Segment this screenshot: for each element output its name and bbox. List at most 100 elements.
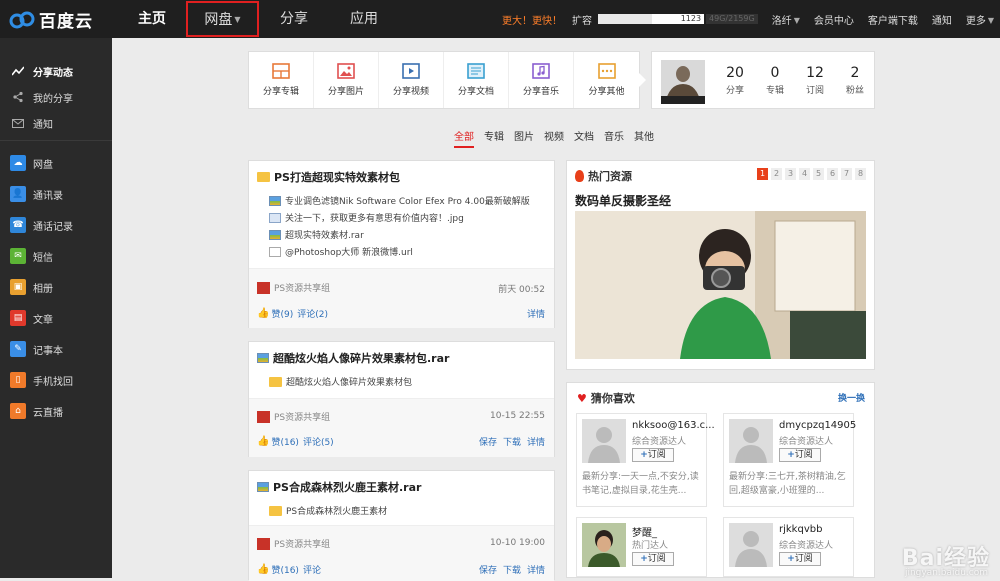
avatar[interactable] xyxy=(661,60,705,104)
tab-album[interactable]: 专辑 xyxy=(484,128,504,148)
refresh-button[interactable]: 换一换 xyxy=(838,391,865,404)
share-document-button[interactable]: 分享文档 xyxy=(444,52,509,108)
feed-card-title[interactable]: PS打造超现实特效素材包 xyxy=(257,169,400,185)
file-row[interactable]: 关注一下，获取更多有意思有价值内容！.jpg xyxy=(269,211,464,224)
like-button[interactable]: 赞(9) xyxy=(271,307,293,320)
promo-text[interactable]: 更大！更快！ xyxy=(502,12,562,27)
notify-link[interactable]: 通知 xyxy=(932,12,952,27)
tab-other[interactable]: 其他 xyxy=(634,128,654,148)
share-music-button[interactable]: 分享音乐 xyxy=(509,52,574,108)
file-row[interactable]: 专业调色滤镜Nik Software Color Efex Pro 4.00最新… xyxy=(269,194,530,207)
group-link[interactable]: PS资源共享组 xyxy=(257,281,330,294)
page-button[interactable]: 8 xyxy=(855,168,866,180)
detail-button[interactable]: 详情 xyxy=(527,435,545,448)
baidu-cloud-logo[interactable]: 百度云 xyxy=(8,7,93,32)
page-button[interactable]: 1 xyxy=(757,168,768,180)
nav-apps[interactable]: 应用 xyxy=(329,0,399,38)
group-link[interactable]: PS资源共享组 xyxy=(257,410,330,423)
file-row[interactable]: 超酷炫火焰人像碎片效果素材包 xyxy=(269,375,412,388)
page-button[interactable]: 6 xyxy=(827,168,838,180)
comment-button[interactable]: 评论(5) xyxy=(303,435,334,448)
comment-button[interactable]: 评论(2) xyxy=(297,307,328,320)
file-row[interactable]: 超现实特效素材.rar xyxy=(269,228,364,241)
user-name[interactable]: nkksoo@163.c... xyxy=(632,420,715,431)
client-download-link[interactable]: 客户端下载 xyxy=(868,12,918,27)
user-name[interactable]: dmycpzq14905 xyxy=(779,420,856,431)
sidebar-item-photos[interactable]: ▣ 相册 xyxy=(0,274,112,300)
stat-shares[interactable]: 20 分享 xyxy=(717,65,753,96)
sidebar-item-contacts[interactable]: 👤 通讯录 xyxy=(0,181,112,207)
sidebar-item-sms[interactable]: ✉ 短信 xyxy=(0,243,112,269)
child-camera-photo xyxy=(575,211,866,359)
hot-resource-image[interactable] xyxy=(575,211,866,359)
feed-card: PS打造超现实特效素材包 专业调色滤镜Nik Software Color Ef… xyxy=(248,160,555,328)
page-button[interactable]: 5 xyxy=(813,168,824,180)
user-menu[interactable]: 洛纤 ▼ xyxy=(772,12,800,27)
avatar[interactable] xyxy=(582,523,626,567)
share-video-button[interactable]: 分享视频 xyxy=(379,52,444,108)
call-log-icon: ☎ xyxy=(10,217,26,233)
avatar[interactable] xyxy=(729,523,773,567)
avatar[interactable] xyxy=(729,419,773,463)
detail-button[interactable]: 详情 xyxy=(527,563,545,576)
subscribe-button[interactable]: +订阅 xyxy=(779,448,821,462)
stat-subscriptions[interactable]: 12 订阅 xyxy=(797,65,833,96)
subscribe-button[interactable]: +订阅 xyxy=(632,448,674,462)
nav-home[interactable]: 主页 xyxy=(118,0,186,38)
file-row[interactable]: @Photoshop大师 新浪微博.url xyxy=(269,245,413,258)
sidebar-item-my-share[interactable]: 我的分享 xyxy=(0,84,112,110)
feed-card-title[interactable]: PS合成森林烈火鹿王素材.rar xyxy=(257,479,421,495)
sidebar-item-articles[interactable]: ▤ 文章 xyxy=(0,305,112,331)
save-button[interactable]: 保存 xyxy=(479,435,497,448)
tab-image[interactable]: 图片 xyxy=(514,128,534,148)
stat-fans[interactable]: 2 粉丝 xyxy=(837,65,873,96)
page-button[interactable]: 2 xyxy=(771,168,782,180)
feed-card-title[interactable]: 超酷炫火焰人像碎片效果素材包.rar xyxy=(257,350,449,366)
share-album-button[interactable]: 分享专辑 xyxy=(249,52,314,108)
like-button[interactable]: 赞(16) xyxy=(271,435,298,448)
subscribe-button[interactable]: +订阅 xyxy=(779,552,821,566)
chevron-down-icon: ▼ xyxy=(234,15,241,24)
tab-all[interactable]: 全部 xyxy=(454,128,474,148)
page-button[interactable]: 4 xyxy=(799,168,810,180)
like-button[interactable]: 赞(16) xyxy=(271,563,298,576)
sidebar-item-live[interactable]: ⌂ 云直播 xyxy=(0,398,112,424)
top-right-menu: 更大！更快！ 扩容 1123 49G/2159G 洛纤 ▼ 会员中心 客户端下载 … xyxy=(502,0,994,38)
page-button[interactable]: 7 xyxy=(841,168,852,180)
tab-video[interactable]: 视频 xyxy=(544,128,564,148)
tab-music[interactable]: 音乐 xyxy=(604,128,624,148)
sidebar-item-netdisk[interactable]: ☁ 网盘 xyxy=(0,150,112,176)
stat-albums[interactable]: 0 专辑 xyxy=(757,65,793,96)
hot-resource-title[interactable]: 数码单反摄影圣经 xyxy=(575,192,671,209)
member-center-link[interactable]: 会员中心 xyxy=(814,12,854,27)
comment-button[interactable]: 评论 xyxy=(303,563,321,576)
sidebar-item-phone-find[interactable]: ▯ 手机找回 xyxy=(0,367,112,393)
sidebar-item-call-log[interactable]: ☎ 通话记录 xyxy=(0,212,112,238)
user-name[interactable]: 梦醒_ xyxy=(632,524,657,539)
sidebar-item-notify[interactable]: 通知 xyxy=(0,110,112,136)
share-image-button[interactable]: 分享图片 xyxy=(314,52,379,108)
folder-icon xyxy=(269,376,282,387)
file-row[interactable]: PS合成森林烈火鹿王素材 xyxy=(269,504,387,517)
quota-bar: 1123 xyxy=(598,14,705,24)
more-menu[interactable]: 更多 ▼ xyxy=(966,12,994,27)
nav-share[interactable]: 分享 xyxy=(259,0,329,38)
page-button[interactable]: 3 xyxy=(785,168,796,180)
share-bar-pointer xyxy=(638,72,646,88)
tab-document[interactable]: 文档 xyxy=(574,128,594,148)
save-button[interactable]: 保存 xyxy=(479,563,497,576)
download-button[interactable]: 下载 xyxy=(503,435,521,448)
avatar[interactable] xyxy=(582,419,626,463)
expand-link[interactable]: 扩容 xyxy=(572,12,592,27)
user-name[interactable]: rjkkqvbb xyxy=(779,524,822,535)
detail-button[interactable]: 详情 xyxy=(527,307,545,320)
download-button[interactable]: 下载 xyxy=(503,563,521,576)
subscribe-button[interactable]: +订阅 xyxy=(632,552,674,566)
group-link[interactable]: PS资源共享组 xyxy=(257,537,330,550)
user-photo xyxy=(582,523,626,567)
nav-netdisk[interactable]: 网盘 ▼ xyxy=(186,1,259,37)
sidebar-item-label: 手机找回 xyxy=(33,376,73,388)
sidebar-item-share-feed[interactable]: 分享动态 xyxy=(0,58,112,84)
share-other-button[interactable]: 分享其他 xyxy=(574,52,639,108)
sidebar-item-notebook[interactable]: ✎ 记事本 xyxy=(0,336,112,362)
